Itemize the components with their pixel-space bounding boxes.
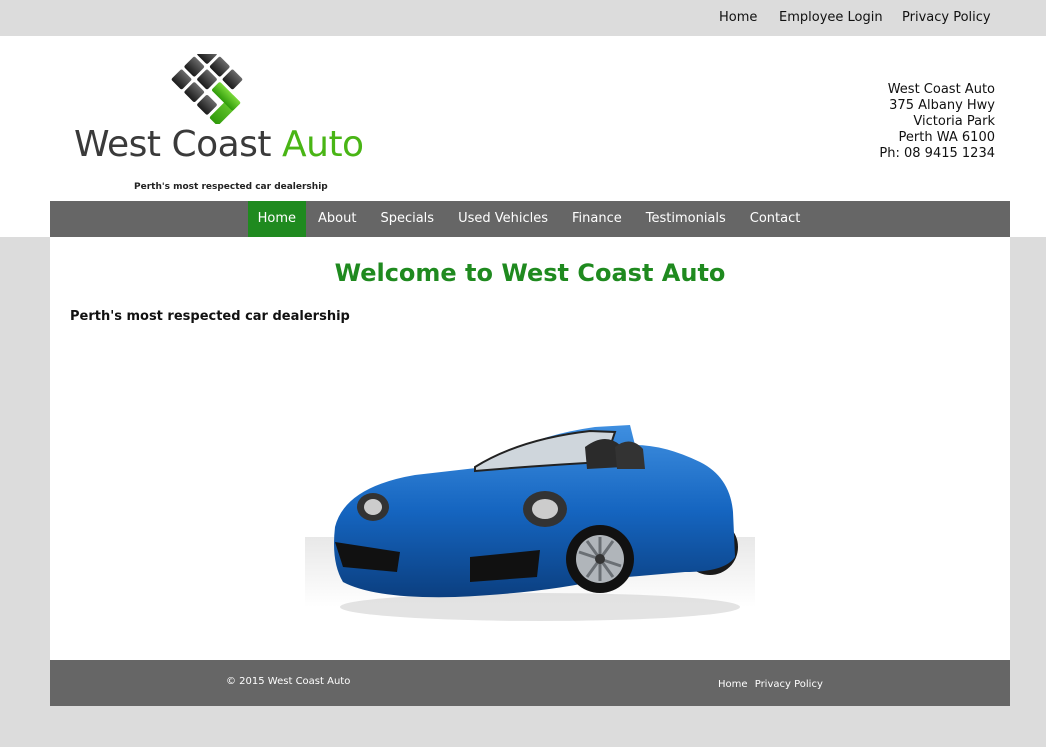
nav-item-used-vehicles[interactable]: Used Vehicles <box>446 201 560 237</box>
logo-wordmark-west-coast: West Coast <box>74 124 282 165</box>
car-image <box>305 425 755 621</box>
page-subtitle: Perth's most respected car dealership <box>70 309 350 324</box>
nav-item-specials[interactable]: Specials <box>368 201 446 237</box>
address-line-3: Victoria Park <box>913 114 995 129</box>
logo-wordmark: West Coast Auto <box>74 124 364 165</box>
logo-wordmark-auto: Auto <box>282 124 364 165</box>
logo-tagline: Perth's most respected car dealership <box>134 182 328 192</box>
main-container: Home About Specials Used Vehicles Finance Tes… <box>50 201 1010 706</box>
nav-item-home[interactable]: Home <box>247 201 307 237</box>
nav-item-testimonials[interactable]: Testimonials <box>634 201 738 237</box>
nav-item-contact[interactable]: Contact <box>738 201 813 237</box>
main-nav: Home About Specials Used Vehicles Finance Tes… <box>50 201 1010 237</box>
address-phone: Ph: 08 9415 1234 <box>879 146 995 161</box>
address-line-2: 375 Albany Hwy <box>889 98 995 113</box>
site-logo[interactable]: West Coast Auto Perth's most respected c… <box>72 54 372 192</box>
address-line-1: West Coast Auto <box>887 82 995 97</box>
main-content: Welcome to West Coast Auto Perth's most … <box>50 237 1010 660</box>
top-utility-bar: Home Employee Login Privacy Policy <box>0 0 1046 36</box>
footer-home-link[interactable]: Home <box>718 679 748 690</box>
logo-checker-icon <box>171 54 243 124</box>
footer-privacy-link[interactable]: Privacy Policy <box>755 679 823 690</box>
footer-links: Home Privacy Policy <box>718 679 827 690</box>
address-line-4: Perth WA 6100 <box>898 130 995 145</box>
dealer-address: West Coast Auto 375 Albany Hwy Victoria … <box>879 82 995 162</box>
top-privacy-policy-link[interactable]: Privacy Policy <box>902 10 991 25</box>
nav-item-about[interactable]: About <box>306 201 368 237</box>
nav-item-finance[interactable]: Finance <box>560 201 634 237</box>
page-title: Welcome to West Coast Auto <box>334 259 726 287</box>
footer-copyright: © 2015 West Coast Auto <box>226 676 351 687</box>
employee-login-link[interactable]: Employee Login <box>779 10 883 25</box>
site-footer: © 2015 West Coast Auto Home Privacy Poli… <box>50 660 1010 706</box>
top-home-link[interactable]: Home <box>719 10 757 25</box>
